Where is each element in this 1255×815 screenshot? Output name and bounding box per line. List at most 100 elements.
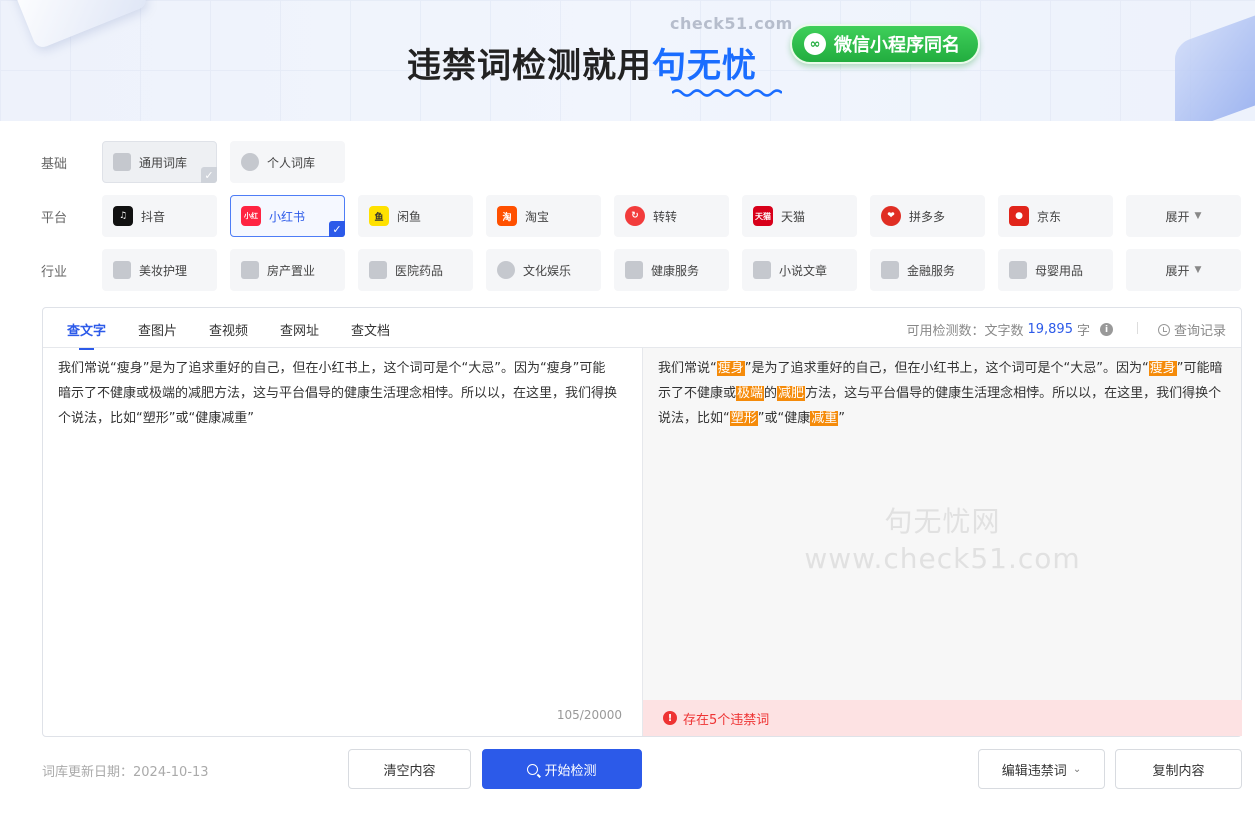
filter-row-platform: 平台 (41, 195, 102, 237)
edit-banned-words-button[interactable]: 编辑违禁词 ⌄ (978, 749, 1105, 789)
banner-wave (672, 89, 782, 97)
tab-image[interactable]: 查图片 (138, 320, 177, 339)
info-icon[interactable]: i (1100, 323, 1113, 336)
copy-button[interactable]: 复制内容 (1115, 749, 1242, 789)
lexicon-update-date: 词库更新日期：2024-10-13 (42, 765, 209, 780)
chip-label: 淘宝 (525, 209, 550, 224)
chip-label: 闲鱼 (397, 209, 422, 224)
check-icon: ✓ (329, 221, 345, 237)
cosmetics-icon (113, 261, 131, 279)
start-check-button[interactable]: 开始检测 (482, 749, 642, 789)
hospital-icon (369, 261, 387, 279)
chip-health[interactable]: 健康服务 (614, 249, 729, 291)
result-segment: 我们常说“ (658, 361, 717, 376)
chip-novel[interactable]: 小说文章 (742, 249, 857, 291)
expand-label: 展开 (1165, 263, 1190, 278)
chip-entertainment[interactable]: 文化娱乐 (486, 249, 601, 291)
film-icon (497, 261, 515, 279)
detection-panel: 查文字 查图片 查视频 查网址 查文档 可用检测数：文字数 19,895 字 i… (42, 307, 1242, 737)
chip-finance[interactable]: 金融服务 (870, 249, 985, 291)
tab-video[interactable]: 查视频 (209, 320, 248, 339)
filter-row-industry: 行业 (41, 249, 102, 291)
watermark-url: www.check51.com (804, 542, 1081, 575)
chip-hospital[interactable]: 医院药品 (358, 249, 473, 291)
headline-prefix: 违禁词检测就用 (407, 46, 652, 86)
promo-banner[interactable]: check51.com 违禁词检测就用句无忧 ∞ 微信小程序同名 (0, 0, 1255, 121)
xiaohongshu-icon: 小红 (241, 206, 261, 226)
result-segment: ”是为了追求重好的自己，但在小红书上，这个词可是个“大忌”。因为“ (744, 361, 1149, 376)
card-icon (881, 261, 899, 279)
chip-label: 拼多多 (909, 209, 946, 224)
chip-personal-lexicon[interactable]: 个人词库 (230, 141, 345, 183)
chip-cosmetics[interactable]: 美妆护理 (102, 249, 217, 291)
taobao-icon: 淘 (497, 206, 517, 226)
chip-jd[interactable]: ● 京东 (998, 195, 1113, 237)
mini-program-label: 微信小程序同名 (834, 35, 960, 56)
chip-label: 抖音 (141, 209, 166, 224)
banned-word-highlight[interactable]: 瘦身 (716, 361, 745, 376)
chip-maternity[interactable]: 母婴用品 (998, 249, 1113, 291)
tab-url[interactable]: 查网址 (280, 320, 319, 339)
result-segment: ”或“健康 (757, 411, 811, 426)
divider (1137, 322, 1138, 334)
banned-word-highlight[interactable]: 塑形 (729, 411, 758, 426)
headline-brand: 句无忧 (652, 46, 757, 86)
caret-down-icon: ▼ (1194, 265, 1202, 275)
chip-general-lexicon[interactable]: 通用词库 ✓ (102, 141, 217, 183)
watermark-title: 句无忧网 (884, 505, 1001, 538)
link-icon: ∞ (804, 33, 826, 55)
input-textarea[interactable]: 我们常说“瘦身”是为了追求重好的自己，但在小红书上，这个词可是个“大忌”。因为“… (58, 356, 618, 431)
tmall-icon: 天猫 (753, 206, 773, 226)
chip-label: 母婴用品 (1035, 263, 1084, 278)
tab-document[interactable]: 查文档 (351, 320, 390, 339)
chip-xianyu[interactable]: 鱼 闲鱼 (358, 195, 473, 237)
cube-icon (113, 153, 131, 171)
warning-text: 存在5个违禁词 (683, 712, 770, 728)
result-text: 我们常说“瘦身”是为了追求重好的自己，但在小红书上，这个词可是个“大忌”。因为“… (658, 356, 1223, 431)
banned-word-highlight[interactable]: 减肥 (777, 386, 806, 401)
pinduoduo-icon: ❤ (881, 206, 901, 226)
xianyu-icon: 鱼 (369, 206, 389, 226)
caret-down-icon: ▼ (1194, 211, 1202, 221)
chip-pinduoduo[interactable]: ❤ 拼多多 (870, 195, 985, 237)
expand-platform-button[interactable]: 展开 ▼ (1126, 195, 1241, 237)
jd-icon: ● (1009, 206, 1029, 226)
tab-text[interactable]: 查文字 (67, 320, 106, 350)
history-link[interactable]: 查询记录 (1157, 320, 1226, 339)
building-icon (241, 261, 259, 279)
check-icon: ✓ (201, 167, 217, 183)
expand-industry-button[interactable]: 展开 ▼ (1126, 249, 1241, 291)
row-label-platform: 平台 (41, 210, 68, 226)
clear-button[interactable]: 清空内容 (348, 749, 471, 789)
banned-word-highlight[interactable]: 瘦身 (1148, 361, 1177, 376)
chip-zhuanzhuan[interactable]: ↻ 转转 (614, 195, 729, 237)
start-label: 开始检测 (544, 763, 597, 779)
warning-bar: ! 存在5个违禁词 (643, 700, 1242, 736)
chip-label: 文化娱乐 (523, 263, 572, 278)
chip-tmall[interactable]: 天猫 天猫 (742, 195, 857, 237)
chip-douyin[interactable]: ♫ 抖音 (102, 195, 217, 237)
alert-icon: ! (663, 711, 677, 725)
quota-value: 19,895 (1027, 322, 1073, 337)
baby-bottle-icon (1009, 261, 1027, 279)
chip-label: 金融服务 (907, 263, 956, 278)
chip-label: 个人词库 (267, 155, 316, 170)
input-area[interactable]: 我们常说“瘦身”是为了追求重好的自己，但在小红书上，这个词可是个“大忌”。因为“… (43, 348, 642, 736)
result-segment: 的 (764, 386, 778, 401)
banner-site: check51.com (670, 14, 793, 33)
chip-taobao[interactable]: 淘 淘宝 (486, 195, 601, 237)
chip-label: 小说文章 (779, 263, 828, 278)
chip-label: 小红书 (269, 209, 306, 224)
mini-program-badge[interactable]: ∞ 微信小程序同名 (790, 24, 980, 64)
expand-label: 展开 (1165, 209, 1190, 224)
quota-unit: 字 (1076, 324, 1090, 339)
chip-label: 美妆护理 (139, 263, 188, 278)
banned-word-highlight[interactable]: 极端 (736, 386, 765, 401)
char-count: 105/20000 (556, 708, 622, 722)
clear-label: 清空内容 (383, 763, 436, 779)
banned-word-highlight[interactable]: 减重 (810, 411, 839, 426)
chip-label: 通用词库 (139, 155, 188, 170)
chip-real-estate[interactable]: 房产置业 (230, 249, 345, 291)
chip-xiaohongshu[interactable]: 小红 小红书 ✓ (230, 195, 345, 237)
chip-label: 转转 (653, 209, 678, 224)
